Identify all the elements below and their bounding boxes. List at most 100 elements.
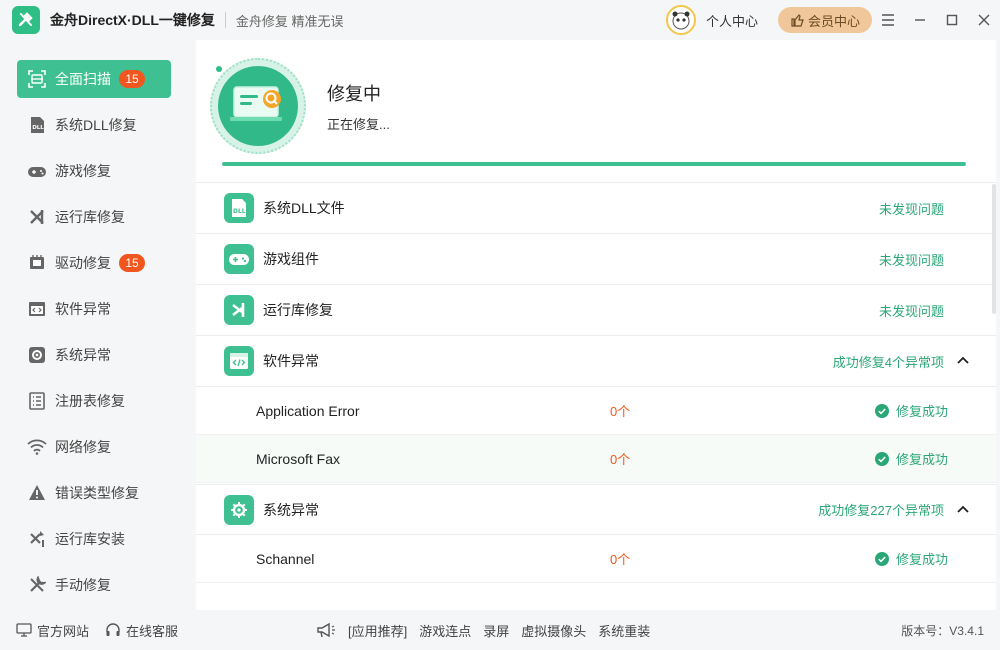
close-button[interactable] — [968, 0, 1000, 40]
gear-icon — [224, 494, 254, 525]
app-recommend-label: [应用推荐] — [348, 623, 408, 639]
recommend-link-virtual-camera[interactable]: 虚拟摄像头 — [521, 621, 586, 640]
dll-icon: DLL — [224, 193, 254, 223]
sidebar-item-label: 系统异常 — [55, 347, 111, 363]
repair-status-subtitle: 正在修复... — [327, 117, 390, 132]
item-name: Microsoft Fax — [256, 450, 341, 467]
list-icon — [27, 391, 47, 411]
item-count: 0个 — [610, 452, 631, 467]
menu-icon — [882, 14, 894, 26]
category-row-runtime[interactable]: 运行库修复 未发现问题 — [196, 285, 996, 336]
sidebar-item-label: 注册表修复 — [55, 393, 125, 409]
decorative-dot — [216, 66, 222, 72]
maximize-icon — [946, 14, 958, 26]
recommend-link-system-reinstall[interactable]: 系统重装 — [598, 621, 650, 640]
wrench-icon — [27, 575, 47, 595]
personal-center-link[interactable]: 个人中心 — [706, 11, 758, 30]
repair-progress-bar — [222, 162, 966, 166]
minimize-button[interactable] — [904, 0, 936, 40]
list-item: Schannel 0个 修复成功 — [196, 535, 996, 583]
version-label: 版本号：V3.4.1 — [901, 623, 984, 638]
category-row-game[interactable]: 游戏组件 未发现问题 — [196, 234, 996, 285]
check-circle-icon — [874, 403, 889, 418]
recommend-link-auto-clicker[interactable]: 游戏连点 — [419, 621, 471, 640]
sidebar-item-label: 运行库安装 — [55, 531, 125, 547]
category-status: 未发现问题 — [878, 252, 944, 268]
runtime-icon — [27, 207, 47, 227]
sidebar-item-game[interactable]: 游戏修复 — [17, 152, 171, 190]
maximize-button[interactable] — [936, 0, 968, 40]
category-row-system[interactable]: 系统异常 成功修复227个异常项 — [196, 484, 996, 535]
online-service-link[interactable]: 在线客服 — [105, 621, 178, 640]
list-item: Microsoft Fax 0个 修复成功 — [196, 435, 996, 483]
item-status-label: 修复成功 — [895, 404, 948, 419]
sidebar-item-dll[interactable]: DLL 系统DLL修复 — [17, 106, 171, 144]
runtime-icon — [224, 295, 254, 325]
category-status: 未发现问题 — [878, 201, 944, 217]
app-title: 金舟DirectX·DLL一键修复 — [50, 12, 215, 28]
repair-status-header: 修复中 正在修复... — [196, 40, 996, 182]
footer: 官方网站 在线客服 [应用推荐] 游戏连点 录屏 虚拟摄像头 系统重装 版本号：… — [0, 610, 1000, 650]
dll-icon: DLL — [27, 115, 47, 135]
avatar[interactable] — [665, 5, 696, 35]
official-site-label: 官方网站 — [37, 623, 90, 639]
repair-result-list: DLL 系统DLL文件 未发现问题 游戏组件 未发现问题 运行库修复 未发现问题… — [196, 182, 996, 610]
category-label: 软件异常 — [263, 353, 319, 369]
code-window-icon — [224, 346, 254, 376]
item-name: Application Error — [256, 402, 360, 419]
warning-icon — [27, 483, 47, 503]
chevron-up-icon[interactable] — [956, 503, 970, 517]
sidebar-item-label: 驱动修复 — [55, 255, 111, 271]
sidebar: 全面扫描 15 DLL 系统DLL修复 游戏修复 运行库修复 驱动修复 15 软… — [0, 40, 188, 610]
category-row-dll[interactable]: DLL 系统DLL文件 未发现问题 — [196, 183, 996, 234]
scrollbar[interactable] — [990, 182, 996, 610]
sidebar-item-system[interactable]: 系统异常 — [17, 336, 171, 374]
menu-button[interactable] — [872, 0, 904, 40]
minimize-icon — [915, 19, 925, 21]
repair-progress-fill — [222, 162, 966, 166]
item-status-label: 修复成功 — [895, 452, 948, 467]
sidebar-item-runtime[interactable]: 运行库修复 — [17, 198, 171, 236]
category-row-software[interactable]: 软件异常 成功修复4个异常项 — [196, 336, 996, 387]
sidebar-item-network[interactable]: 网络修复 — [17, 428, 171, 466]
sidebar-item-label: 软件异常 — [55, 301, 111, 317]
sidebar-item-runtime-install[interactable]: 运行库安装 — [17, 520, 171, 558]
repair-illustration — [210, 58, 306, 154]
item-status-label: 修复成功 — [895, 552, 948, 567]
vip-center-button[interactable]: 会员中心 — [777, 7, 872, 33]
sidebar-item-driver[interactable]: 驱动修复 15 — [17, 244, 171, 282]
svg-text:DLL: DLL — [233, 208, 246, 215]
sidebar-item-software[interactable]: 软件异常 — [17, 290, 171, 328]
megaphone-icon — [317, 622, 335, 638]
vip-center-label: 会员中心 — [807, 13, 860, 29]
category-status: 成功修复227个异常项 — [818, 503, 944, 518]
category-label: 系统异常 — [263, 501, 319, 518]
wifi-icon — [27, 437, 47, 457]
sidebar-item-label: 游戏修复 — [55, 163, 111, 179]
scan-icon — [27, 69, 47, 89]
scrollbar-thumb[interactable] — [992, 184, 996, 314]
category-label: 系统DLL文件 — [263, 200, 345, 216]
online-service-label: 在线客服 — [126, 623, 179, 639]
official-site-link[interactable]: 官方网站 — [16, 621, 89, 640]
item-status: 修复成功 — [874, 401, 948, 420]
sidebar-item-label: 全面扫描 — [55, 71, 111, 87]
sidebar-item-manual[interactable]: 手动修复 — [17, 566, 171, 604]
sidebar-item-label: 网络修复 — [55, 439, 111, 455]
check-circle-icon — [874, 451, 889, 466]
install-icon — [27, 529, 47, 549]
main-panel: 修复中 正在修复... DLL 系统DLL文件 未发现问题 游戏组件 未发现问题… — [196, 40, 996, 610]
sidebar-item-registry[interactable]: 注册表修复 — [17, 382, 171, 420]
app-slogan: 金舟修复 精准无误 — [235, 13, 344, 29]
check-circle-icon — [874, 551, 889, 566]
app-logo-icon — [12, 6, 40, 34]
chevron-up-icon[interactable] — [956, 354, 970, 368]
sidebar-item-error-type[interactable]: 错误类型修复 — [17, 474, 171, 512]
item-status: 修复成功 — [874, 449, 948, 468]
sidebar-item-full-scan[interactable]: 全面扫描 15 — [17, 60, 171, 98]
title-divider — [224, 12, 226, 28]
gear-icon — [27, 345, 47, 365]
driver-icon — [27, 253, 47, 273]
category-status: 成功修复4个异常项 — [832, 354, 944, 370]
recommend-link-screen-record[interactable]: 录屏 — [483, 621, 509, 640]
